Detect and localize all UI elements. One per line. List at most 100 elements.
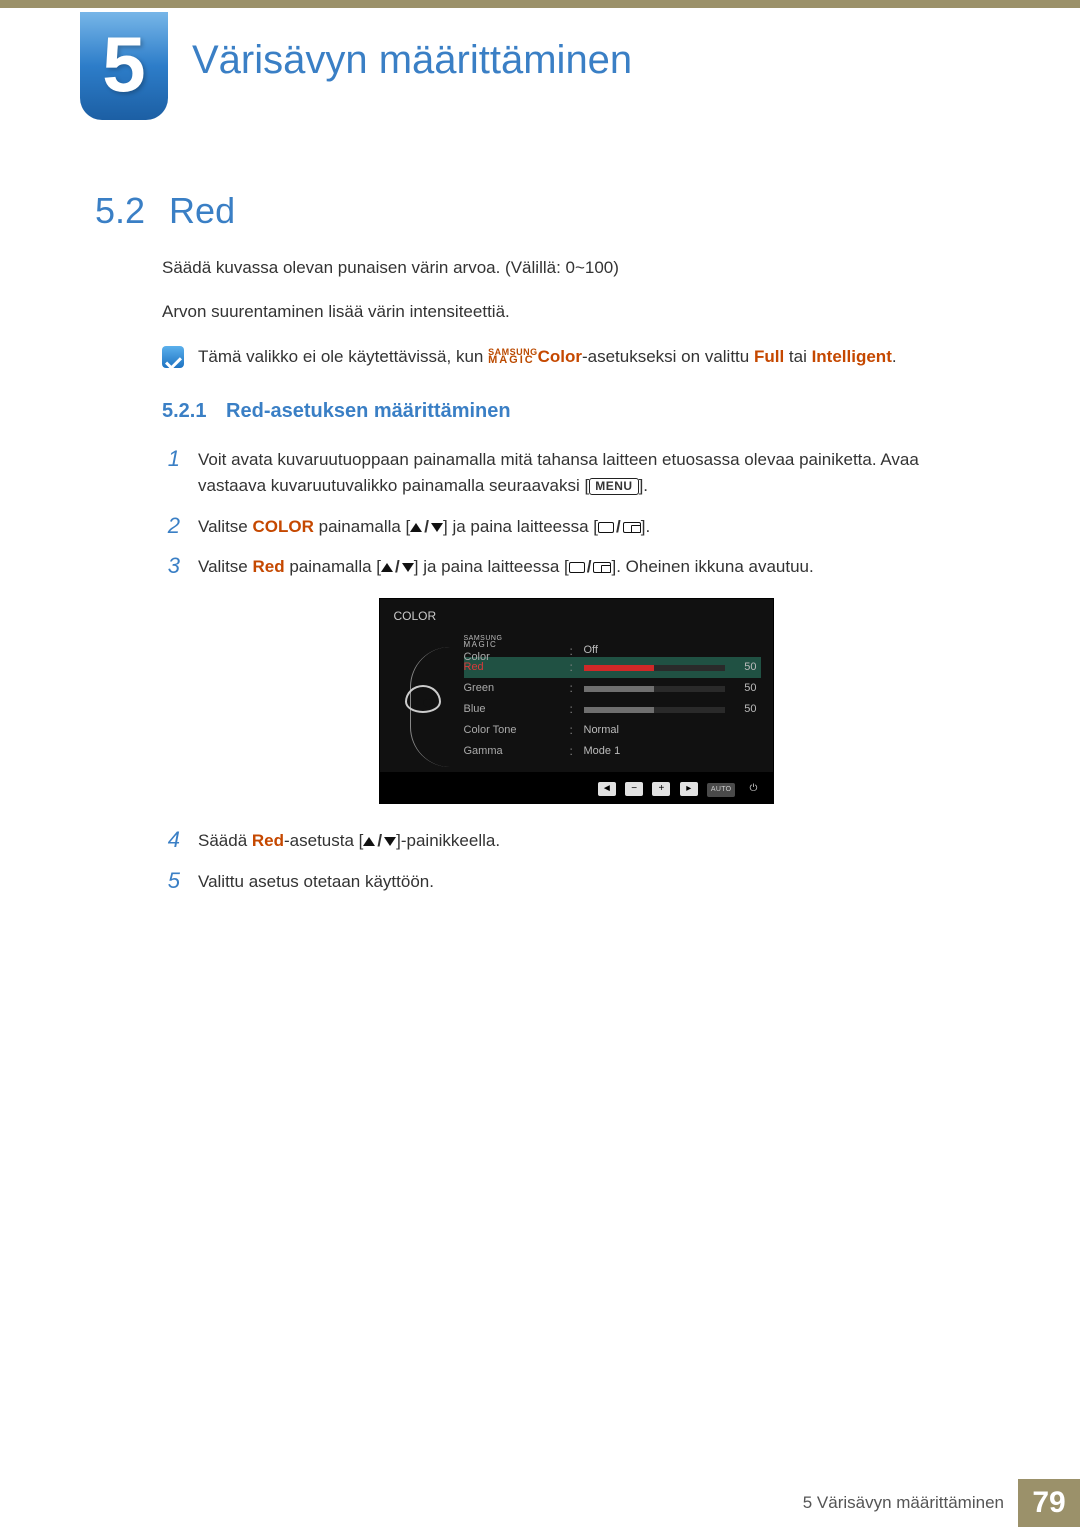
step-number: 2 [162, 514, 180, 538]
down-arrow-icon [402, 563, 414, 572]
menu-button-icon: MENU [589, 478, 638, 494]
chapter-number-badge: 5 [80, 12, 168, 120]
osd-label: Red [464, 659, 564, 676]
intro-paragraph-2: Arvon suurentaminen lisää värin intensit… [162, 299, 990, 325]
slash-icon: / [424, 514, 429, 540]
osd-footer-buttons: ◄ − + ▸ AUTO ⏻ [380, 772, 773, 803]
note-color-word: Color [538, 347, 582, 366]
logo-magic: MAGIC [464, 642, 564, 649]
osd-rows: SAMSUNG MAGIC Color : Off Red : 50 [464, 636, 761, 762]
colon: : [570, 742, 578, 761]
step2-a: Valitse [198, 517, 253, 536]
osd-value: Mode 1 [584, 743, 725, 760]
colon: : [570, 679, 578, 698]
note: Tämä valikko ei ole käytettävissä, kun S… [162, 344, 990, 370]
step-5: 5 Valittu asetus otetaan käyttöön. [162, 869, 990, 895]
osd-title: COLOR [380, 599, 773, 630]
step-text: Valittu asetus otetaan käyttöön. [198, 869, 990, 895]
step2-color: COLOR [253, 517, 314, 536]
body-content: Säädä kuvassa olevan punaisen värin arvo… [162, 255, 990, 913]
logo-magic: MAGIC [488, 356, 538, 365]
section-heading: 5.2 Red [95, 190, 235, 232]
step2-b: painamalla [ [314, 517, 410, 536]
osd-row-gamma: Gamma : Mode 1 [464, 741, 761, 762]
pip-button-icon [593, 562, 611, 573]
osd-label: Blue [464, 701, 564, 718]
pip-button-icon [623, 522, 641, 533]
osd-row-green: Green : 50 [464, 678, 761, 699]
osd-value: Off [584, 642, 725, 659]
slider-track [584, 707, 725, 713]
step-text: Valitse COLOR painamalla [ / ] ja paina la… [198, 514, 990, 540]
slider-fill [584, 707, 655, 713]
rect-button-icon [569, 562, 585, 573]
colon: : [570, 700, 578, 719]
top-accent-bar [0, 0, 1080, 8]
up-arrow-icon [410, 523, 422, 532]
down-arrow-icon [384, 837, 396, 846]
step-number: 5 [162, 869, 180, 893]
slider-track [584, 665, 725, 671]
step3-red: Red [253, 557, 285, 576]
section-title: Red [169, 190, 235, 232]
down-arrow-icon [431, 523, 443, 532]
page-number: 79 [1018, 1479, 1080, 1527]
osd-row-blue: Blue : 50 [464, 699, 761, 720]
note-sep: tai [784, 347, 811, 366]
step3-d: ]. Oheinen ikkuna avautuu. [611, 557, 813, 576]
colon: : [570, 658, 578, 677]
rect-button-icon [598, 522, 614, 533]
subsection-heading: 5.2.1 Red-asetuksen määrittäminen [162, 396, 990, 427]
footer-chapter-label: 5 Värisävyn määrittäminen [803, 1479, 1018, 1527]
osd-label: Color Tone [464, 722, 564, 739]
step2-c: ] ja paina laitteessa [ [443, 517, 598, 536]
osd-row-color-tone: Color Tone : Normal [464, 720, 761, 741]
step-3: 3 Valitse Red painamalla [/] ja paina la… [162, 554, 990, 580]
step3-a: Valitse [198, 557, 253, 576]
osd-row-red: Red : 50 [464, 657, 761, 678]
osd-label: Gamma [464, 743, 564, 760]
palette-icon [405, 685, 441, 713]
step-text: Voit avata kuvaruutuoppaan painamalla mi… [198, 447, 990, 500]
osd-nav-left-icon: ◄ [598, 782, 616, 796]
slash-icon: / [395, 554, 400, 580]
intro-paragraph-1: Säädä kuvassa olevan punaisen värin arvo… [162, 255, 990, 281]
step-number: 3 [162, 554, 180, 578]
osd-value: 50 [731, 701, 761, 718]
slash-icon: / [587, 554, 592, 580]
subsection-number: 5.2.1 [162, 400, 206, 422]
note-opt-full: Full [754, 347, 784, 366]
note-opt-intelligent: Intelligent [812, 347, 892, 366]
up-arrow-icon [381, 563, 393, 572]
note-mid2: -asetukseksi on valittu [582, 347, 754, 366]
osd-minus-icon: − [625, 782, 643, 796]
step-text: Valitse Red painamalla [/] ja paina lait… [198, 554, 990, 580]
step2-d: ]. [641, 517, 650, 536]
note-end: . [892, 347, 897, 366]
osd-plus-icon: + [652, 782, 670, 796]
colon: : [570, 721, 578, 740]
samsung-magic-logo: SAMSUNG MAGIC [464, 636, 564, 649]
step-1: 1 Voit avata kuvaruutuoppaan painamalla … [162, 447, 990, 500]
samsung-magic-logo: SAMSUNG MAGIC [488, 349, 538, 365]
step4-a: Säädä [198, 831, 252, 850]
osd-screenshot: COLOR SAMSUNG MAGIC Color : [379, 598, 774, 804]
subsection-title: Red-asetuksen määrittäminen [226, 400, 511, 422]
osd-value: 50 [731, 659, 761, 676]
step4-red: Red [252, 831, 284, 850]
note-pre: Tämä valikko ei ole käytettävissä, kun [198, 347, 488, 366]
slider-fill [584, 686, 655, 692]
osd-power-icon: ⏻ [745, 782, 763, 796]
osd-enter-icon: ▸ [680, 782, 698, 796]
slash-icon: / [616, 514, 621, 540]
step-4: 4 Säädä Red-asetusta [/]-painikkeella. [162, 828, 990, 854]
step-2: 2 Valitse COLOR painamalla [ / ] ja paina … [162, 514, 990, 540]
osd-value: 50 [731, 680, 761, 697]
note-icon [162, 346, 184, 368]
step-text: Säädä Red-asetusta [/]-painikkeella. [198, 828, 990, 854]
step1-text-b: ]. [639, 476, 648, 495]
section-number: 5.2 [95, 190, 145, 232]
slider-fill [584, 665, 655, 671]
step4-b: -asetusta [ [284, 831, 363, 850]
osd-auto-button: AUTO [707, 783, 735, 797]
